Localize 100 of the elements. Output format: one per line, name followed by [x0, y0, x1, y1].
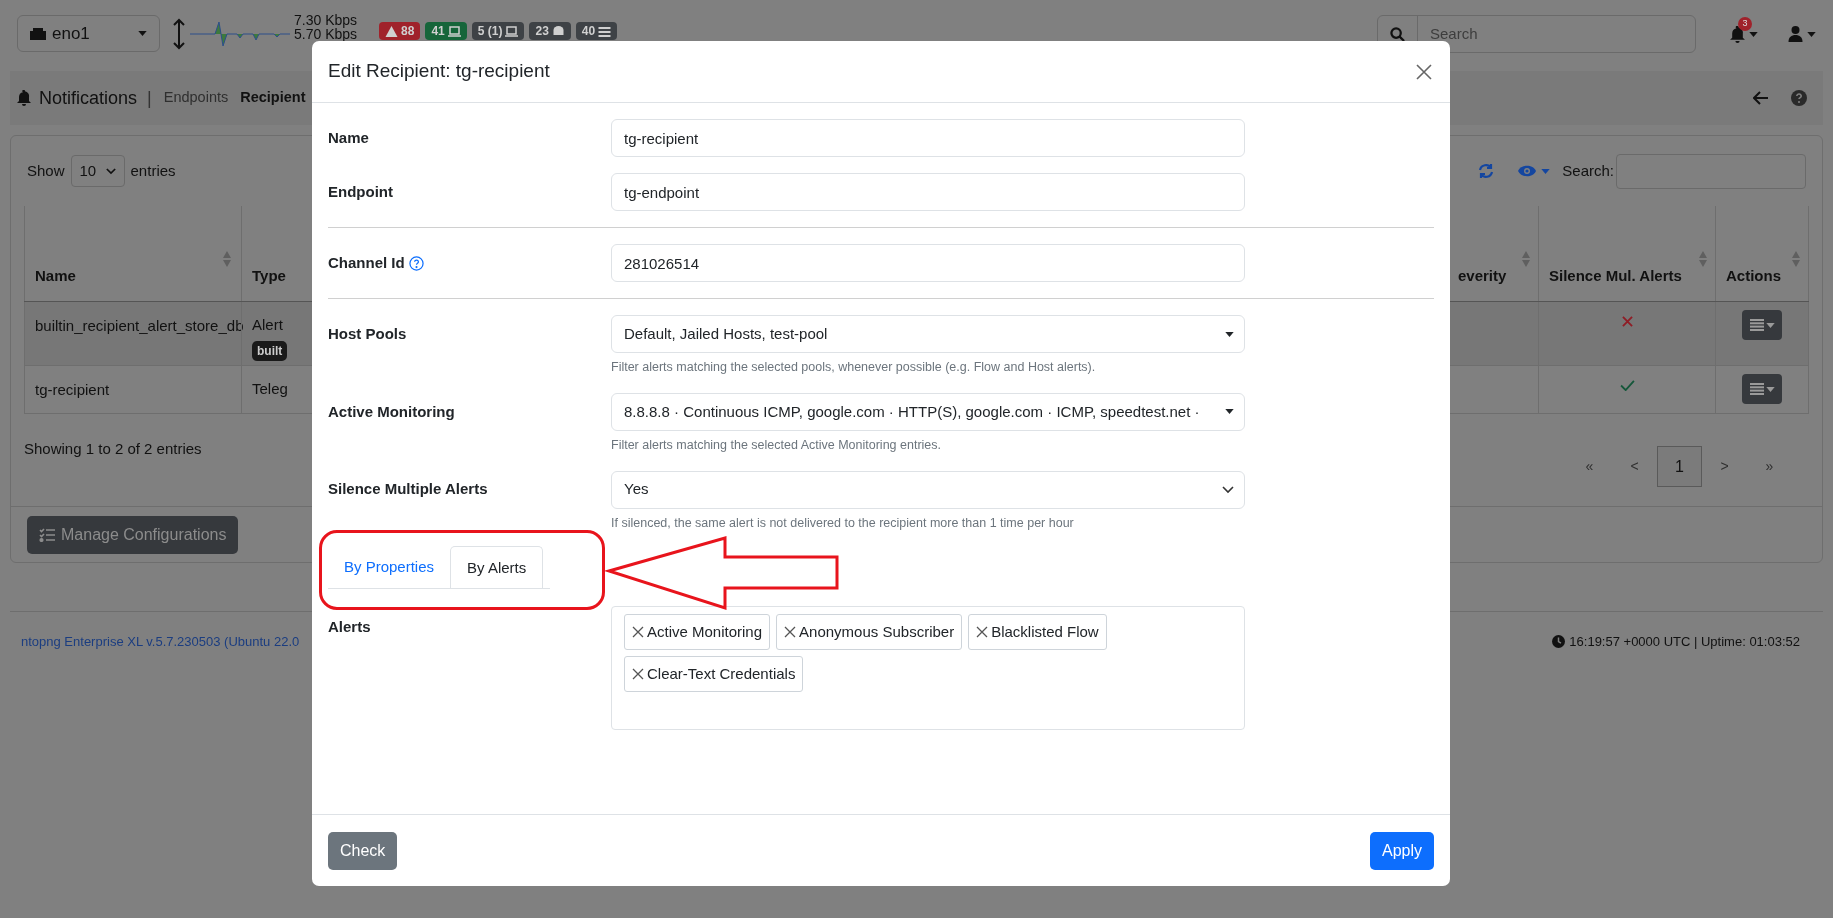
apply-button[interactable]: Apply — [1369, 831, 1434, 870]
up-down-arrow-icon — [172, 17, 186, 50]
user-icon — [1788, 26, 1803, 42]
clock-icon — [1552, 635, 1566, 648]
alerts-field[interactable]: Active Monitoring Anonymous Subscriber Blacklisted Flow Clear-Text Credentials — [611, 606, 1245, 731]
caret-icon — [1765, 386, 1775, 392]
close-icon[interactable] — [1416, 63, 1432, 80]
list-icon — [598, 25, 612, 37]
table-cell-text: Teleg — [252, 379, 288, 399]
check-button[interactable]: Check — [328, 831, 398, 870]
caret-icon — [1749, 31, 1758, 37]
text-field[interactable]: tg-endpoint — [611, 173, 1245, 211]
column-header[interactable]: everity — [1458, 264, 1507, 287]
download-rate: 5.70 Kbps — [294, 26, 358, 41]
caret-icon — [1807, 31, 1816, 37]
warning-icon — [385, 25, 399, 37]
field-label: Silence Multiple Alerts — [328, 479, 488, 500]
select-field[interactable]: Yes — [611, 470, 1245, 509]
alert-tag[interactable]: Active Monitoring — [624, 614, 771, 651]
remove-icon[interactable] — [976, 626, 989, 639]
help-icon[interactable] — [1791, 90, 1807, 106]
alert-tag[interactable]: Blacklisted Flow — [968, 614, 1107, 651]
breadcrumb-link[interactable]: Endpoints — [163, 87, 229, 109]
columns-toggle[interactable] — [1518, 165, 1551, 177]
field-label: Endpoint — [328, 181, 393, 202]
sort-icon — [1699, 251, 1707, 267]
text-field[interactable]: tg-recipient — [611, 119, 1245, 157]
sort-icon — [1792, 251, 1800, 267]
table-cell: tg-recipient — [35, 381, 110, 398]
field-label: Name — [328, 127, 369, 148]
manage-configurations-button[interactable]: Manage Configurations — [27, 515, 239, 554]
back-arrow-icon[interactable] — [1753, 91, 1769, 105]
search-box[interactable]: Search — [1377, 15, 1696, 53]
caret-icon — [1225, 331, 1234, 337]
filter-tab[interactable]: By Properties — [328, 546, 451, 589]
notifications-button[interactable]: 3 — [1730, 15, 1758, 53]
dialog-title: Edit Recipient: tg-recipient — [328, 59, 551, 84]
show-label: Show — [27, 160, 65, 181]
column-header[interactable]: Name — [35, 264, 76, 287]
eye-icon — [1518, 165, 1537, 177]
breadcrumb-separator: | — [147, 86, 152, 110]
version-link[interactable]: ntopng Enterprise XL v.5.7.230503 (Ubuntu 22.0 — [21, 631, 300, 652]
search-icon — [1390, 26, 1405, 42]
page-link[interactable]: < — [1612, 446, 1657, 487]
sort-icon — [223, 251, 231, 267]
table-info: Showing 1 to 2 of 2 entries — [24, 439, 202, 459]
select-field[interactable]: 8.8.8.8 · Continuous ICMP, google.com · HTTP(S), google.com · ICMP, speedtest.net · — [611, 392, 1245, 431]
search-input[interactable]: Search — [1418, 22, 1695, 46]
remove-icon[interactable] — [632, 668, 644, 681]
notification-count: 3 — [1738, 17, 1752, 31]
page-link[interactable]: > — [1702, 446, 1747, 487]
select-field[interactable]: Default, Jailed Hosts, test-pool — [611, 315, 1245, 353]
menu-icon — [1749, 383, 1764, 395]
counter-badge[interactable]: 5 (1) — [471, 22, 525, 40]
column-header[interactable]: Silence Mul. Alerts — [1549, 264, 1682, 287]
breadcrumb-link[interactable]: Recipient — [240, 87, 306, 109]
entries-select[interactable]: 10 — [70, 155, 125, 187]
text-field[interactable]: 281026514 — [611, 244, 1245, 282]
field-label: Active Monitoring — [328, 401, 455, 422]
table-cell: builtin_recipient_alert_store_db — [35, 317, 244, 334]
field-label: Channel Id — [328, 252, 405, 273]
laptop-icon — [505, 25, 519, 37]
filter-tab[interactable]: By Alerts — [450, 546, 544, 589]
page-title: Notifications — [39, 86, 138, 110]
help-text: If silenced, the same alert is not delivered to the recipient more than 1 time per hour — [611, 514, 1075, 532]
interface-select[interactable]: eno1 — [17, 15, 160, 52]
sort-icon — [1522, 251, 1530, 267]
counter-badge[interactable]: 88 — [379, 22, 421, 40]
column-header[interactable]: Actions — [1726, 264, 1781, 287]
field-label: Alerts — [328, 617, 372, 638]
table-cell-text: Alert — [252, 315, 283, 335]
counter-badge[interactable]: 23 — [529, 22, 571, 40]
page-link[interactable]: » — [1747, 446, 1792, 487]
caret-icon — [1541, 168, 1551, 174]
search-label: Search: — [1562, 160, 1614, 181]
checklist-icon — [39, 527, 55, 542]
menu-icon — [1749, 319, 1764, 331]
counter-badge[interactable]: 40 — [575, 22, 618, 40]
laptop-icon — [447, 25, 461, 37]
field-label: Host Pools — [328, 323, 407, 344]
help-text: Filter alerts matching the selected Active Monitoring entries. — [611, 436, 942, 454]
upload-rate: 7.30 Kbps — [294, 12, 358, 27]
column-header[interactable]: Type — [252, 264, 286, 287]
counter-badge[interactable]: 41 — [425, 22, 467, 40]
help-icon[interactable] — [408, 255, 424, 271]
bell-icon — [1730, 25, 1745, 43]
alert-tag[interactable]: Anonymous Subscriber — [776, 614, 963, 651]
page-link[interactable]: 1 — [1657, 446, 1702, 487]
remove-icon[interactable] — [632, 626, 644, 639]
alert-tag[interactable]: Clear-Text Credentials — [624, 656, 804, 693]
actions-button[interactable] — [1742, 310, 1782, 340]
page-link[interactable]: « — [1567, 446, 1612, 487]
entries-label: entries — [130, 160, 176, 181]
remove-icon[interactable] — [784, 626, 797, 639]
clock-text: 16:19:57 +0000 UTC | Uptime: 01:03:52 — [1569, 632, 1800, 651]
builtin-badge: built — [252, 340, 288, 361]
ethernet-icon — [30, 27, 46, 40]
actions-button[interactable] — [1742, 374, 1782, 404]
device-icon — [551, 25, 565, 37]
chevron-down-icon — [105, 167, 116, 175]
